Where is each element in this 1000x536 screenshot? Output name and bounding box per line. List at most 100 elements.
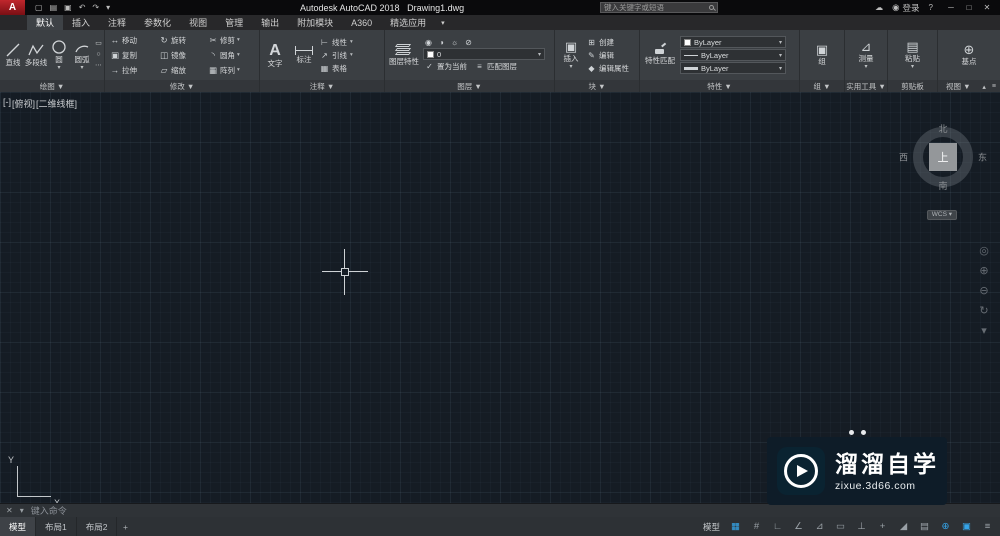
measure-button[interactable]: ⊿ 测量 ▾ bbox=[859, 31, 874, 79]
panel-footer-draw[interactable]: 绘图 ▼ bbox=[0, 80, 104, 92]
dimension-button[interactable]: 标注 bbox=[290, 31, 318, 79]
insert-block-button[interactable]: ▣ 插入 ▾ bbox=[557, 31, 585, 79]
leader-button[interactable]: ↗ 引线 ▾ bbox=[320, 50, 353, 61]
panel-footer-block[interactable]: 块 ▼ bbox=[555, 80, 639, 92]
move-button[interactable]: ↔ 移动 bbox=[110, 35, 159, 46]
scale-button[interactable]: ▱ 缩放 bbox=[159, 65, 208, 76]
view-control[interactable]: [俯视] bbox=[12, 97, 35, 110]
layer-on-icon[interactable]: ◉ bbox=[425, 38, 432, 47]
lineweight-dropdown[interactable]: ByLayer ▾ bbox=[680, 62, 786, 74]
command-close-icon[interactable]: ✕ bbox=[6, 506, 13, 515]
fillet-button[interactable]: ◝ 圆角 ▾ bbox=[208, 50, 257, 61]
application-menu-button[interactable]: A bbox=[0, 0, 25, 15]
isolate-objects-icon[interactable]: ▣ bbox=[956, 521, 977, 532]
chevron-down-icon[interactable]: ▾ bbox=[350, 39, 353, 45]
isometric-drafting-icon[interactable]: ⊿ bbox=[809, 521, 830, 532]
chevron-down-icon[interactable]: ▾ bbox=[350, 52, 353, 58]
chevron-down-icon[interactable]: ▾ bbox=[864, 64, 867, 70]
tab-addins[interactable]: 附加模块 bbox=[288, 15, 342, 30]
arc-button[interactable]: 圆弧 ▾ bbox=[71, 31, 93, 79]
ribbon-options-icon[interactable]: ≡ bbox=[992, 83, 996, 91]
dynamic-input-icon[interactable]: ▭ bbox=[830, 521, 851, 532]
trim-button[interactable]: ✂ 修剪 ▾ bbox=[208, 35, 257, 46]
navigation-wheel-icon[interactable]: ◎ bbox=[979, 246, 989, 257]
ellipse-icon[interactable]: ○ bbox=[96, 51, 100, 59]
layer-properties-button[interactable]: 图层特性 bbox=[387, 31, 421, 79]
help-icon[interactable]: ? bbox=[929, 3, 933, 12]
chevron-down-icon[interactable]: ▾ bbox=[237, 37, 240, 43]
line-button[interactable]: 直线 bbox=[2, 31, 24, 79]
stretch-button[interactable]: → 拉伸 bbox=[110, 65, 159, 76]
open-file-icon[interactable]: ▤ bbox=[50, 3, 58, 12]
grid-icon[interactable]: ▦ bbox=[725, 521, 746, 532]
viewcube-north[interactable]: 北 bbox=[938, 122, 947, 135]
viewcube-top-face[interactable]: 上 bbox=[929, 143, 957, 171]
base-point-button[interactable]: ⊕ 基点 bbox=[962, 31, 977, 79]
viewcube-east[interactable]: 东 bbox=[978, 151, 987, 164]
layer-freeze-icon[interactable]: ◑ bbox=[439, 38, 444, 47]
save-icon[interactable]: ▣ bbox=[64, 3, 72, 12]
snap-mode-icon[interactable]: # bbox=[746, 521, 767, 532]
chevron-down-icon[interactable]: ▾ bbox=[80, 65, 83, 71]
panel-footer-group[interactable]: 组 ▼ bbox=[800, 80, 844, 92]
command-line[interactable]: ✕ ▾ 键入命令 bbox=[0, 503, 1000, 517]
viewcube[interactable]: 北 南 西 东 上 bbox=[899, 122, 987, 191]
minimize-icon[interactable]: ─ bbox=[942, 3, 960, 12]
panel-footer-layers[interactable]: 图层 ▼ bbox=[385, 80, 554, 92]
redo-icon[interactable]: ↷ bbox=[92, 3, 99, 12]
circle-button[interactable]: 圆 ▾ bbox=[48, 31, 70, 79]
panel-footer-modify[interactable]: 修改 ▼ bbox=[105, 80, 259, 92]
chevron-down-icon[interactable]: ▾ bbox=[57, 65, 60, 71]
polar-tracking-icon[interactable]: ∠ bbox=[788, 521, 809, 532]
layer-thaw-icon[interactable]: ☼ bbox=[451, 38, 458, 47]
more-draw-tools-icon[interactable]: ⋯ bbox=[95, 62, 102, 70]
tab-default[interactable]: 默认 bbox=[27, 15, 64, 30]
chevron-down-icon[interactable]: ▾ bbox=[237, 67, 240, 73]
make-current-button[interactable]: ✓ 置为当前 bbox=[425, 61, 467, 72]
graphics-performance-icon[interactable]: ⊕ bbox=[935, 521, 956, 532]
help-search-input[interactable]: 键入关键字或短语 bbox=[600, 2, 718, 13]
model-space-toggle[interactable]: 模型 bbox=[703, 521, 720, 533]
chevron-down-icon[interactable]: ▾ bbox=[569, 64, 572, 70]
table-button[interactable]: ▦ 表格 bbox=[320, 63, 353, 74]
visual-style-control[interactable]: [二维线框] bbox=[36, 97, 77, 110]
qat-dropdown-icon[interactable]: ▾ bbox=[106, 3, 110, 12]
tab-output[interactable]: 输出 bbox=[252, 15, 288, 30]
linetype-dropdown[interactable]: ByLayer ▾ bbox=[680, 49, 786, 61]
edit-block-button[interactable]: ✎ 编辑 bbox=[587, 50, 629, 61]
maximize-icon[interactable]: □ bbox=[960, 3, 978, 12]
linear-dimension-button[interactable]: ⊢ 线性 ▾ bbox=[320, 37, 353, 48]
create-block-button[interactable]: ⊞ 创建 bbox=[587, 37, 629, 48]
tab-insert[interactable]: 插入 bbox=[63, 15, 99, 30]
wcs-dropdown[interactable]: WCS ▾ bbox=[926, 210, 957, 220]
panel-footer-annotation[interactable]: 注释 ▼ bbox=[260, 80, 384, 92]
paste-button[interactable]: ▤ 粘贴 ▾ bbox=[905, 31, 920, 79]
layer-dropdown[interactable]: 0 ▾ bbox=[423, 48, 545, 60]
object-color-dropdown[interactable]: ByLayer ▾ bbox=[680, 36, 786, 48]
panel-footer-utilities[interactable]: 实用工具 ▼ bbox=[845, 80, 887, 92]
signin-button[interactable]: ◉ 登录 bbox=[892, 2, 919, 14]
new-file-icon[interactable]: ▢ bbox=[35, 3, 43, 12]
workspace-switching-icon[interactable]: ▤ bbox=[914, 521, 935, 532]
command-input[interactable]: 键入命令 bbox=[31, 504, 67, 517]
tab-featured-apps[interactable]: 精选应用 bbox=[381, 15, 435, 30]
array-button[interactable]: ▦ 阵列 ▾ bbox=[208, 65, 257, 76]
copy-button[interactable]: ▣ 复制 bbox=[110, 50, 159, 61]
match-properties-button[interactable]: 特性匹配 bbox=[642, 31, 678, 79]
zoom-in-icon[interactable]: ⊕ bbox=[979, 266, 988, 277]
layout-tab-layout1[interactable]: 布局1 bbox=[36, 517, 77, 536]
match-layer-button[interactable]: ≡ 匹配图层 bbox=[475, 61, 517, 72]
tab-view[interactable]: 视图 bbox=[180, 15, 216, 30]
tab-a360[interactable]: A360 bbox=[342, 15, 381, 30]
layout-tab-model[interactable]: 模型 bbox=[0, 517, 37, 536]
viewcube-west[interactable]: 西 bbox=[899, 151, 908, 164]
zoom-out-icon[interactable]: ⊖ bbox=[979, 286, 988, 297]
layer-lock-icon[interactable]: ⊘ bbox=[465, 38, 472, 47]
undo-icon[interactable]: ↶ bbox=[79, 3, 86, 12]
recent-commands-icon[interactable]: ▾ bbox=[20, 506, 24, 515]
a360-cloud-icon[interactable]: ☁ bbox=[875, 3, 883, 12]
tab-overflow-icon[interactable]: ▾ bbox=[435, 15, 451, 30]
tab-parametric[interactable]: 参数化 bbox=[135, 15, 180, 30]
chevron-down-icon[interactable]: ▾ bbox=[237, 52, 240, 58]
new-layout-icon[interactable]: + bbox=[117, 522, 133, 532]
